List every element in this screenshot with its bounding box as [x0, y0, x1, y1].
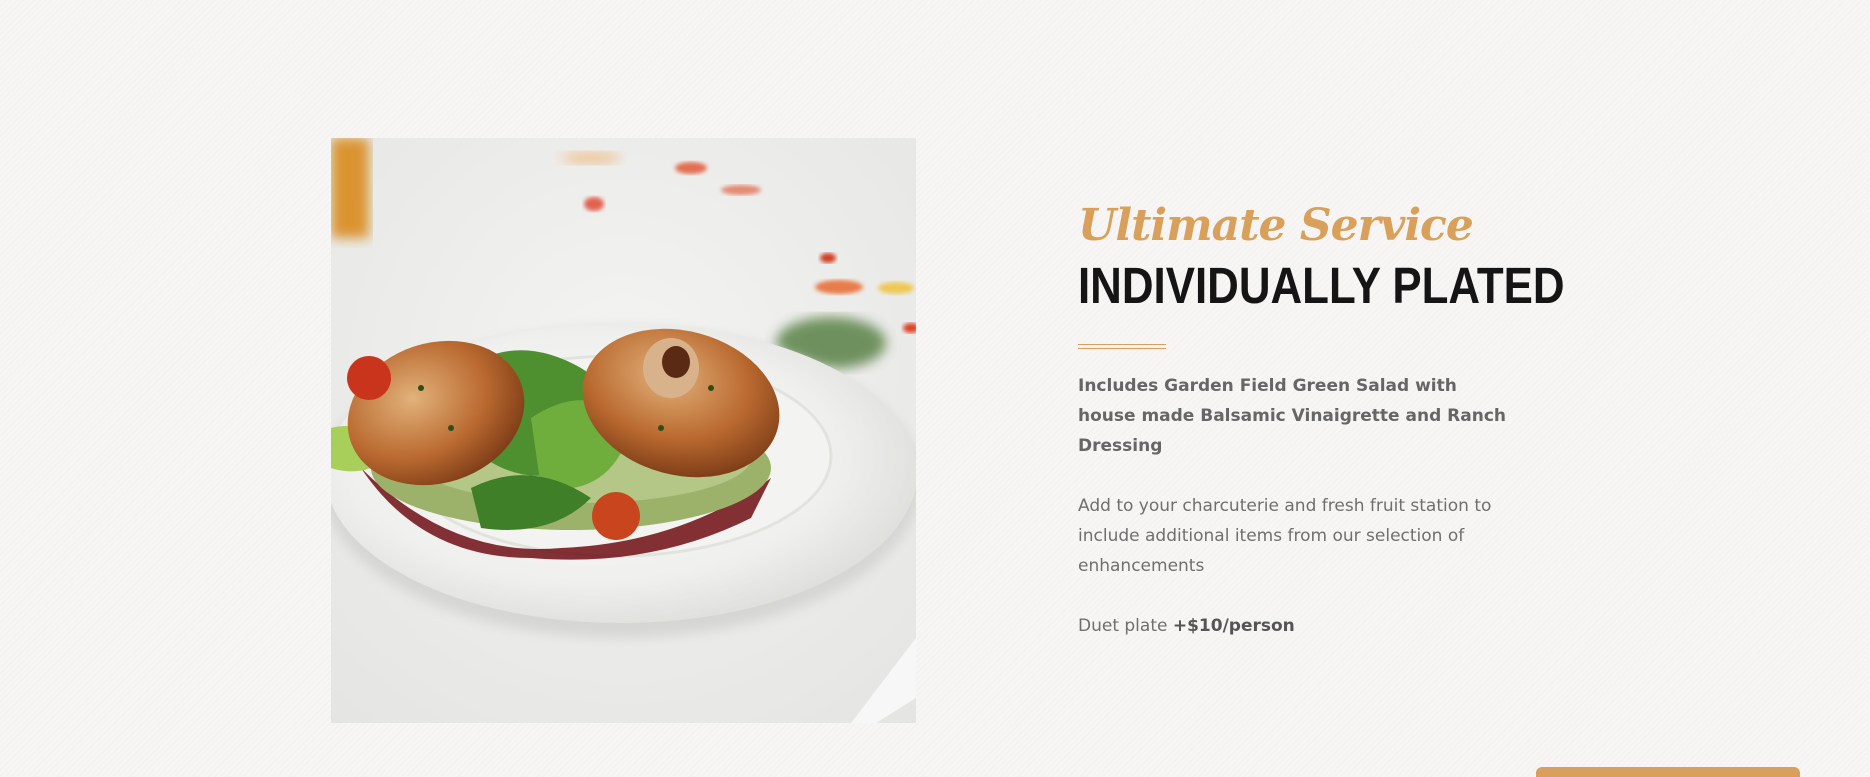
- floating-action-button[interactable]: [1536, 767, 1800, 777]
- plated-chicken-photo: [331, 138, 916, 723]
- included-description: Includes Garden Field Green Salad with h…: [1078, 376, 1507, 456]
- price-value: +$10/person: [1172, 616, 1295, 636]
- section-title: INDIVIDUALLY PLATED: [1078, 257, 1565, 314]
- service-copy: Ultimate Service INDIVIDUALLY PLATED Inc…: [1078, 196, 1565, 641]
- enhancement-description: Add to your charcuterie and fresh fruit …: [1078, 496, 1492, 576]
- plated-service-section: Ultimate Service INDIVIDUALLY PLATED Inc…: [0, 0, 1870, 777]
- price-line: Duet plate +$10/person: [1078, 611, 1528, 641]
- title-divider: [1078, 344, 1166, 349]
- section-subtitle: Ultimate Service: [1078, 200, 1474, 251]
- price-label: Duet plate: [1078, 616, 1168, 636]
